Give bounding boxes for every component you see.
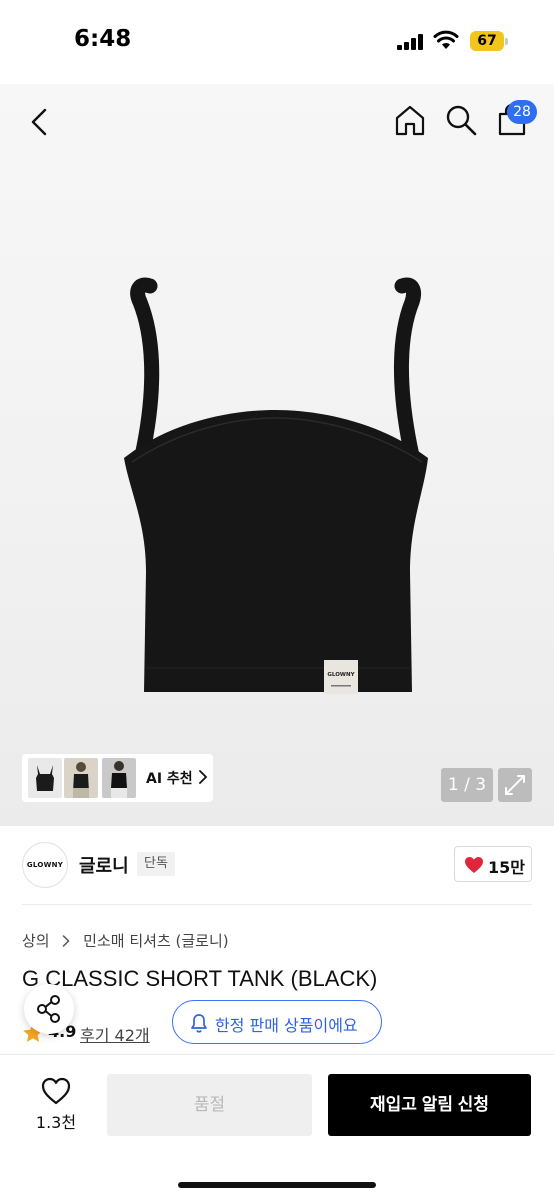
share-button[interactable] — [24, 984, 74, 1034]
wishlist-button[interactable]: 1.3천 — [28, 1073, 84, 1135]
expand-icon[interactable] — [498, 768, 532, 802]
limited-sale-text: 한정 판매 상품이에요 — [215, 1016, 358, 1035]
divider — [22, 904, 532, 905]
home-icon[interactable] — [392, 102, 428, 138]
brand-like-count: 15만 — [488, 858, 525, 877]
chevron-left-icon[interactable] — [22, 104, 58, 140]
brand-name[interactable]: 글로니 — [79, 852, 129, 878]
bell-icon — [191, 1014, 207, 1033]
product-image: GLOWNY — [124, 277, 428, 694]
review-count-link[interactable]: 후기 42개 — [80, 1022, 150, 1046]
battery-icon: 67 — [470, 31, 508, 51]
soldout-button: 품절 — [107, 1074, 312, 1136]
share-icon — [37, 995, 60, 1023]
cart-count-badge: 28 — [507, 100, 537, 124]
chevron-right-icon — [199, 770, 208, 784]
signal-icon — [397, 34, 423, 50]
home-indicator — [178, 1182, 376, 1188]
thumbnail-strip[interactable]: AI 추천 — [22, 754, 213, 802]
product-title: G CLASSIC SHORT TANK (BLACK) — [22, 966, 378, 991]
thumbnail-3[interactable] — [102, 758, 136, 798]
page-counter: 1 / 3 — [441, 768, 493, 802]
battery-level: 67 — [477, 33, 497, 49]
product-gallery[interactable]: 28 GLOWNY AI 추천 1 / 3 — [0, 84, 554, 826]
brand-like-button[interactable]: 15만 — [454, 846, 532, 882]
breadcrumb-item-2[interactable]: 민소매 티셔츠 (글로니) — [83, 930, 228, 951]
thumbnail-2[interactable] — [64, 758, 98, 798]
status-time: 6:48 — [74, 26, 132, 52]
wishlist-count: 1.3천 — [35, 1113, 77, 1132]
garment-label-text: GLOWNY — [327, 672, 355, 678]
restock-alert-button[interactable]: 재입고 알림 신청 — [328, 1074, 531, 1136]
search-icon[interactable] — [443, 102, 479, 138]
brand-logo[interactable]: GLOWNY — [22, 842, 68, 888]
chevron-right-icon — [63, 934, 70, 947]
exclusive-badge: 단독 — [137, 852, 175, 876]
status-bar: 6:48 67 — [0, 0, 554, 84]
wifi-icon — [433, 30, 459, 49]
heart-icon — [465, 857, 483, 873]
limited-sale-notice[interactable]: 한정 판매 상품이에요 — [172, 1000, 382, 1044]
thumbnail-1[interactable] — [28, 758, 62, 798]
bottom-action-bar: 1.3천 품절 재입고 알림 신청 — [0, 1054, 554, 1200]
ai-recommend-label[interactable]: AI 추천 — [146, 768, 193, 788]
heart-outline-icon — [41, 1077, 71, 1105]
breadcrumb: 상의 민소매 티셔츠 (글로니) — [22, 930, 229, 950]
breadcrumb-item-1[interactable]: 상의 — [22, 930, 50, 951]
